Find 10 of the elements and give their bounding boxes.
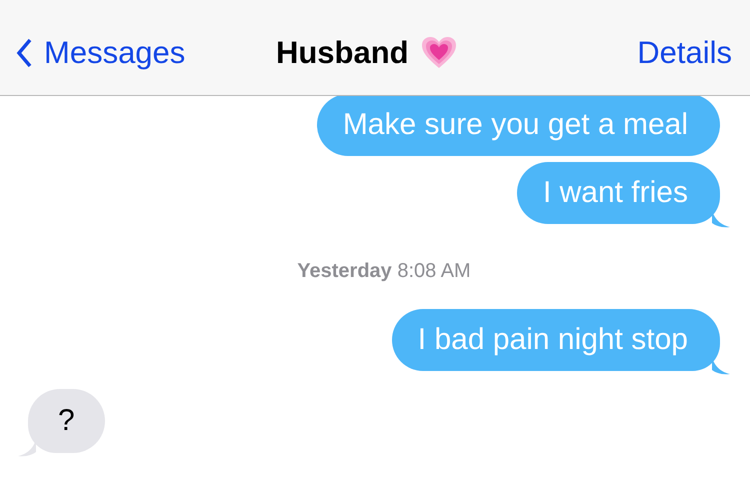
back-button[interactable]: Messages (16, 34, 186, 70)
conversation-title: Husband (276, 34, 409, 70)
message-bubble: I want fries (516, 162, 720, 224)
timestamp: Yesterday 8:08 AM (297, 260, 471, 283)
heart-icon (420, 36, 457, 70)
back-chevron-icon (16, 38, 32, 68)
message-bubble: ? (28, 389, 105, 453)
message-bubble: Make sure you get a meal (316, 94, 720, 156)
details-button[interactable]: Details (637, 34, 732, 70)
message-bubble: I bad pain night stop (392, 309, 720, 371)
